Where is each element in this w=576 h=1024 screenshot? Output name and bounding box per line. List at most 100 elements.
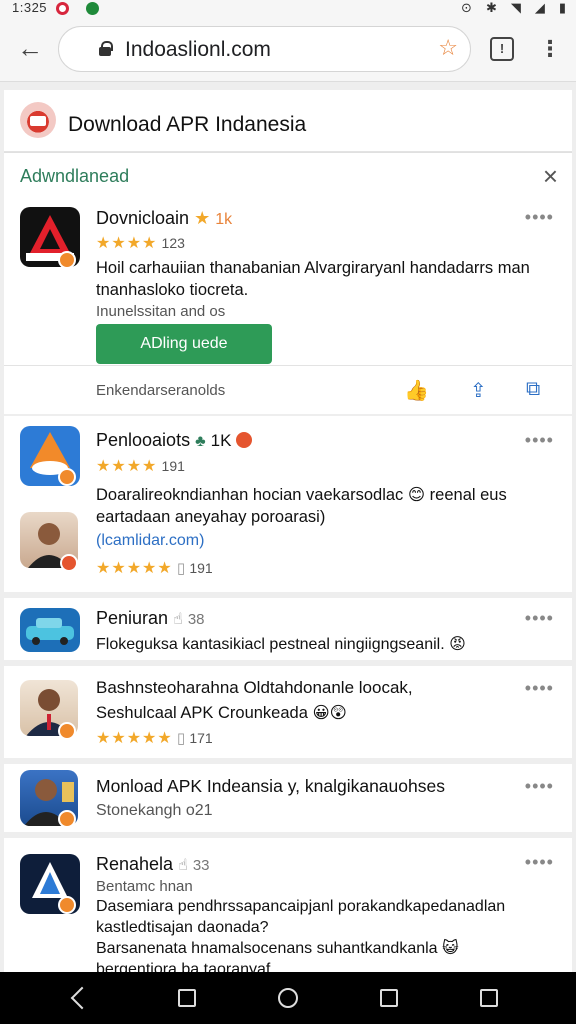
desc-line: Hoil carhauiian thanabanian Alvargirarya… xyxy=(96,259,530,277)
car-icon xyxy=(26,618,74,645)
rating-stars: ★★★★ xyxy=(96,458,158,475)
result-link[interactable]: (lcamlidar.com) xyxy=(96,532,204,550)
desc-line: bergentiora ba taoranyaf xyxy=(96,961,271,972)
result-card[interactable]: Bashnsteoharahna Oldtahdonanle loocak, S… xyxy=(4,666,572,758)
open-icon[interactable]: ⧉ xyxy=(526,378,540,401)
bluetooth-icon: ✱ xyxy=(485,0,497,15)
app-icon[interactable] xyxy=(20,608,80,652)
hand-icon: ☝ xyxy=(178,857,188,874)
rating-stars: ★★★★ xyxy=(96,235,158,252)
star-icon: ★ xyxy=(194,208,211,228)
rating-row: ★★★★★ ▯ 171 xyxy=(96,728,213,748)
desc-line: eartadaan aneyahay poroarasi) xyxy=(96,508,326,526)
address-bar[interactable]: Indoaslionl.com ☆ xyxy=(58,26,471,72)
result-title[interactable]: Penlooaiots ♣ 1K xyxy=(96,430,253,451)
result-description: Doaralireokndianhan hocian vaekarsodlac … xyxy=(96,484,556,528)
desc-text: Flokeguksa kantasikiacl pestneal ningiig… xyxy=(96,636,445,653)
ad-header: Adwndlanead xyxy=(20,166,130,186)
desc-text: reenal eus xyxy=(429,486,507,504)
app-title-text[interactable]: Dovnicloain xyxy=(96,208,189,228)
rating-count: 123 xyxy=(161,235,185,251)
browser-toolbar: ← Indoaslionl.com ☆ ! ⋮ xyxy=(0,18,576,82)
avatar-badge xyxy=(60,554,78,572)
app-description: Hoil carhauiian thanabanian Alvargirarya… xyxy=(96,257,556,323)
result-subtitle: Stonekangh o21 xyxy=(96,802,213,819)
result-title[interactable]: Peniuran ☝ 38 xyxy=(96,608,205,629)
desc-line: tnanhasloko tiocreta. xyxy=(96,281,249,299)
more-options-icon[interactable]: •••• xyxy=(525,430,554,451)
app-badge xyxy=(58,896,76,914)
rating-count: 191 xyxy=(189,560,213,576)
leaf-icon: ♣ xyxy=(195,433,206,450)
more-options-icon[interactable]: •••• xyxy=(525,608,554,629)
signal-icon: ◢ xyxy=(534,0,545,15)
result-title[interactable]: Monload APK Indeansia y, knalgikanauohse… xyxy=(96,776,445,797)
app-title[interactable]: Dovnicloain ★ 1k xyxy=(96,208,232,229)
more-options-icon[interactable]: •••• xyxy=(525,678,554,699)
tab-switcher-button[interactable]: ! xyxy=(490,37,514,61)
result-title-text[interactable]: Renahela xyxy=(96,854,173,874)
result-title-text[interactable]: Monload APK Indeansia xyxy=(96,776,283,796)
sub-rating-row: ★★★★★ ▯ 191 xyxy=(96,558,213,578)
install-button[interactable]: ADling uede xyxy=(96,324,272,364)
desc-line: Barsanenata hnamalsocenans suhantkandkan… xyxy=(96,938,566,959)
rating-stars: ★★★★★ xyxy=(96,560,173,577)
ad-footer-text: Enkendarseranolds xyxy=(96,382,226,399)
thumbs-up-icon[interactable]: 👍 xyxy=(404,378,429,403)
desc-line: kastledtisajan daonada? xyxy=(96,919,269,936)
desc-line: Doaralireokndianhan hocian vaekarsodlac … xyxy=(96,484,556,506)
result-title-text[interactable]: Penlooaiots xyxy=(96,430,190,450)
avatar-badge xyxy=(58,810,76,828)
thumb-icon: ▯ xyxy=(176,730,186,747)
hot-badge-icon xyxy=(236,432,253,448)
result-title[interactable]: Bashnsteoharahna Oldtahdonanle loocak, xyxy=(96,678,413,698)
nav-recents-icon[interactable] xyxy=(178,989,196,1007)
wifi-icon: ◥ xyxy=(510,0,521,15)
result-count: 33 xyxy=(192,857,210,874)
site-logo xyxy=(20,102,56,138)
result-card[interactable]: Monload APK Indeansia y, knalgikanauohse… xyxy=(4,764,572,832)
result-description: Flokeguksa kantasikiacl pestneal ningiig… xyxy=(96,634,556,656)
smile-emoji-icon: 😀😲 xyxy=(312,704,347,722)
nav-home-icon[interactable] xyxy=(278,988,298,1008)
more-options-icon[interactable]: •••• xyxy=(525,852,554,873)
notification-icon xyxy=(56,2,69,15)
desc-text: Doaralireokndianhan hocian vaekarsodlac xyxy=(96,486,404,504)
more-options-icon[interactable]: •••• xyxy=(525,207,554,228)
close-icon[interactable]: × xyxy=(543,161,558,192)
result-card[interactable]: Peniuran ☝ 38 Flokeguksa kantasikiacl pe… xyxy=(4,598,572,660)
emoji-icon: 😺 xyxy=(442,940,459,957)
result-subtitle: Seshulcaal APK Crounkeada 😀😲 xyxy=(96,702,347,724)
url-text[interactable]: Indoaslionl.com xyxy=(125,38,271,62)
back-arrow-icon[interactable]: ← xyxy=(14,32,46,64)
rating-count: 171 xyxy=(189,730,213,746)
result-description: Dasemiara pendhrssapancaipjanl porakandk… xyxy=(96,896,566,972)
app-badge xyxy=(58,251,76,269)
subtitle-text: Seshulcaal APK Crounkeada xyxy=(96,704,308,722)
battery-icon: ▮ xyxy=(558,0,566,15)
overflow-menu-icon[interactable]: ⋮ xyxy=(538,34,562,64)
result-count: 1K xyxy=(210,431,232,450)
hand-icon: ☝ xyxy=(173,611,183,628)
desc-line: Dasemiara pendhrssapancaipjanl porakandk… xyxy=(96,898,506,915)
rating-row: ★★★★ 123 xyxy=(96,233,185,253)
result-title[interactable]: Renahela ☝ 33 xyxy=(96,854,210,875)
bookmark-star-icon[interactable]: ☆ xyxy=(438,35,458,61)
nav-back-icon[interactable] xyxy=(70,986,94,1010)
share-icon[interactable]: ⇪ xyxy=(470,378,487,403)
more-options-icon[interactable]: •••• xyxy=(525,776,554,797)
avatar-badge xyxy=(58,722,76,740)
divider xyxy=(4,365,572,366)
site-title: Download APR Indanesia xyxy=(68,113,307,136)
result-card[interactable]: Penlooaiots ♣ 1K ★★★★ 191 Doaralireokndi… xyxy=(4,416,572,592)
app-badge xyxy=(58,468,76,486)
desc-line: Inunelssitan and os xyxy=(96,303,226,320)
result-count: 38 xyxy=(187,611,205,628)
result-card[interactable]: Renahela ☝ 33 Bentamc hnan Dasemiara pen… xyxy=(4,838,572,972)
nav-overview-icon[interactable] xyxy=(380,989,398,1007)
size-tag: 1k xyxy=(215,211,233,228)
result-title-tail: y, knalgikanauohses xyxy=(287,776,445,796)
nav-checkbox-icon[interactable] xyxy=(480,989,498,1007)
result-title-text[interactable]: Peniuran xyxy=(96,608,168,628)
angry-emoji-icon: 😡 xyxy=(449,636,466,653)
